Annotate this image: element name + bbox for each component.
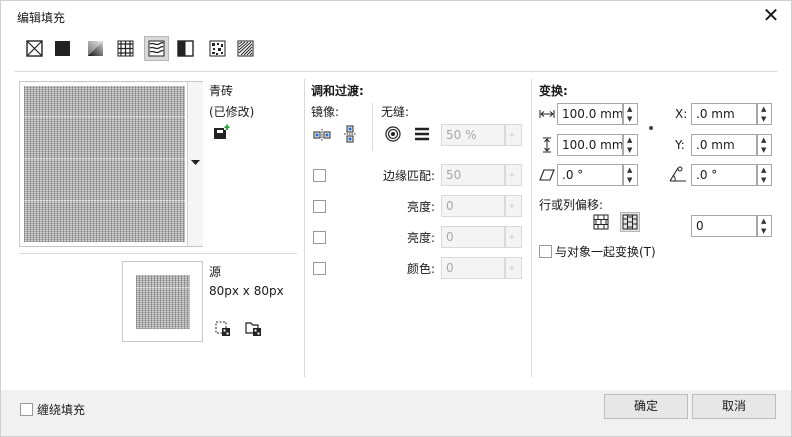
chevron-down-icon bbox=[191, 160, 200, 165]
linear-seamless-icon[interactable] bbox=[414, 126, 430, 142]
offset-input[interactable]: 0 bbox=[691, 215, 757, 237]
blend-heading: 调和过渡: bbox=[311, 84, 364, 98]
height-input[interactable]: 100.0 mm bbox=[557, 134, 623, 156]
pattern-picker[interactable] bbox=[19, 81, 203, 247]
y-label: Y: bbox=[675, 138, 685, 152]
toolbar-divider bbox=[15, 71, 777, 72]
skew-spinner[interactable]: ▲ ▼ bbox=[623, 164, 638, 186]
ok-button[interactable]: 确定 bbox=[604, 394, 688, 419]
pattern-preview bbox=[24, 86, 185, 242]
luminance-label: 亮度: bbox=[407, 231, 436, 245]
left-middle-divider bbox=[304, 79, 305, 377]
mirror-horizontal-icon[interactable] bbox=[313, 128, 331, 142]
texture-fill-icon[interactable] bbox=[209, 40, 226, 57]
skew-input[interactable]: .0 ° bbox=[557, 164, 623, 186]
row-offset-icon[interactable] bbox=[593, 214, 609, 230]
source-preview bbox=[122, 261, 203, 342]
bitmap-pattern-fill-icon[interactable] bbox=[148, 40, 165, 57]
dialog-title: 编辑填充 bbox=[17, 11, 66, 25]
y-spinner[interactable]: ▲ ▼ bbox=[757, 134, 772, 156]
rotate-spinner[interactable]: ▲ ▼ bbox=[757, 164, 772, 186]
postscript-fill-icon[interactable] bbox=[237, 40, 254, 57]
width-input[interactable]: 100.0 mm bbox=[557, 103, 623, 125]
luminance-spinner[interactable]: + bbox=[505, 226, 522, 248]
close-icon[interactable]: ✕ bbox=[761, 4, 781, 26]
fill-type-toolbar bbox=[1, 31, 791, 71]
source-size: 80px x 80px bbox=[209, 284, 284, 298]
wrap-fill-label: 缠绕填充 bbox=[37, 403, 86, 417]
x-spinner[interactable]: ▲ ▼ bbox=[757, 103, 772, 125]
transform-with-object-label: 与对象一起变换(T) bbox=[555, 245, 656, 259]
offset-spinner[interactable]: ▲ ▼ bbox=[757, 215, 772, 237]
pattern-modified-status: (已修改) bbox=[209, 105, 255, 119]
pattern-name: 青砖 bbox=[209, 84, 234, 98]
brightness-label: 亮度: bbox=[407, 200, 436, 214]
brightness-spinner[interactable]: + bbox=[505, 195, 522, 217]
edit-fill-dialog: 编辑填充 ✕ 青砖 (已修改) 源 80px x 80px 调和过渡: 镜像: … bbox=[0, 0, 792, 437]
edge-match-spinner[interactable]: + bbox=[505, 164, 522, 186]
title-bar: 编辑填充 ✕ bbox=[1, 1, 791, 31]
edge-match-label: 边缘匹配: bbox=[383, 169, 436, 183]
color-spinner[interactable]: + bbox=[505, 257, 522, 279]
brightness-input[interactable]: 0 bbox=[441, 195, 505, 217]
luminance-input[interactable]: 0 bbox=[441, 226, 505, 248]
radial-seamless-icon[interactable] bbox=[385, 126, 401, 142]
column-offset-icon[interactable] bbox=[620, 212, 640, 232]
pattern-dropdown-button[interactable] bbox=[187, 82, 203, 246]
mirror-seamless-divider bbox=[372, 103, 373, 151]
rotate-icon bbox=[669, 166, 686, 182]
fountain-fill-icon[interactable] bbox=[87, 40, 104, 57]
two-color-pattern-fill-icon[interactable] bbox=[177, 40, 194, 57]
seamless-input[interactable]: 50 % bbox=[441, 124, 505, 146]
vector-pattern-fill-icon[interactable] bbox=[117, 40, 134, 57]
color-input[interactable]: 0 bbox=[441, 257, 505, 279]
seamless-label: 无缝: bbox=[381, 105, 410, 119]
no-fill-icon[interactable] bbox=[26, 40, 43, 57]
mirror-label: 镜像: bbox=[311, 105, 340, 119]
height-spinner[interactable]: ▲ ▼ bbox=[623, 134, 638, 156]
left-panel-divider bbox=[19, 253, 297, 254]
width-spinner[interactable]: ▲ ▼ bbox=[623, 103, 638, 125]
save-pattern-icon[interactable] bbox=[213, 124, 231, 140]
x-input[interactable]: .0 mm bbox=[691, 103, 757, 125]
import-from-document-icon[interactable] bbox=[215, 321, 231, 337]
edge-match-input[interactable]: 50 bbox=[441, 164, 505, 186]
wrap-fill-checkbox[interactable] bbox=[20, 403, 33, 416]
y-input[interactable]: .0 mm bbox=[691, 134, 757, 156]
offset-label: 行或列偏移: bbox=[539, 198, 604, 212]
rotate-input[interactable]: .0 ° bbox=[691, 164, 757, 186]
import-from-file-icon[interactable] bbox=[245, 321, 263, 337]
color-label: 颜色: bbox=[407, 262, 436, 276]
height-icon bbox=[543, 137, 551, 153]
color-checkbox[interactable] bbox=[313, 262, 326, 275]
transform-with-object-checkbox[interactable] bbox=[539, 245, 552, 258]
uniform-fill-icon[interactable] bbox=[54, 40, 71, 57]
luminance-checkbox[interactable] bbox=[313, 231, 326, 244]
cancel-button[interactable]: 取消 bbox=[692, 394, 776, 419]
mirror-vertical-icon[interactable] bbox=[343, 125, 357, 143]
transform-heading: 变换: bbox=[539, 84, 568, 98]
x-label: X: bbox=[675, 107, 688, 121]
footer-bar: 缠绕填充 确定 取消 bbox=[1, 390, 791, 436]
seamless-spinner[interactable]: + bbox=[505, 124, 522, 146]
lock-ratio-icon[interactable] bbox=[648, 125, 654, 131]
brightness-checkbox[interactable] bbox=[313, 200, 326, 213]
skew-icon bbox=[539, 169, 555, 181]
width-icon bbox=[539, 110, 555, 118]
source-label: 源 bbox=[209, 265, 222, 279]
source-thumbnail bbox=[136, 275, 190, 329]
middle-right-divider bbox=[531, 79, 532, 377]
edge-match-checkbox[interactable] bbox=[313, 169, 326, 182]
